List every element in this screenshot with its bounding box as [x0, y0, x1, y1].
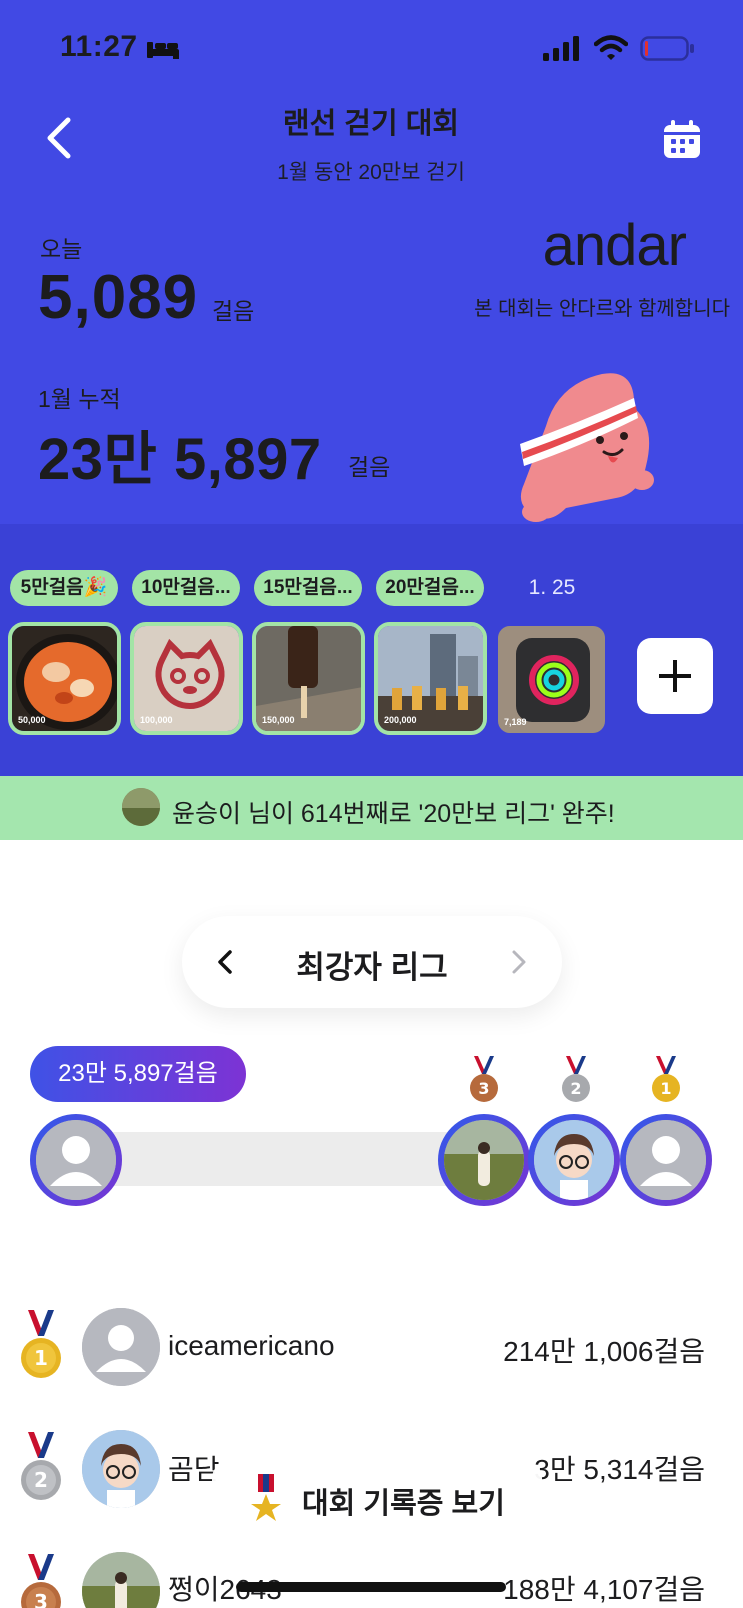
banner-user-avatar: [122, 788, 160, 826]
milestone-chip-150k[interactable]: 15만걸음...: [254, 570, 362, 606]
page-subtitle: 1월 동안 20만보 걷기: [277, 161, 465, 184]
military-medal-icon: [251, 1474, 281, 1521]
battery-low-icon: [640, 36, 694, 61]
league-progress-track: [76, 1132, 476, 1186]
page-title: 랜선 걷기 대회: [282, 108, 460, 140]
gold-medal-icon: 1: [21, 1310, 61, 1378]
ranking-name: iceamericano: [168, 1330, 335, 1361]
bronze-medal-icon: 3: [470, 1056, 498, 1102]
latest-photo[interactable]: 7,189: [498, 626, 605, 733]
today-steps-value: 5,089: [38, 263, 199, 332]
silver-medal-icon: 2: [21, 1432, 61, 1500]
svg-text:2: 2: [570, 1079, 581, 1098]
silver-medal-icon: 2: [562, 1056, 590, 1102]
cellular-signal-icon: [543, 36, 579, 61]
month-total-unit: 걸음: [348, 454, 391, 480]
heart-mascot-illustration: [520, 373, 654, 522]
svg-text:1: 1: [660, 1079, 671, 1098]
cartoon-girl-icon: [534, 1120, 614, 1200]
home-indicator[interactable]: [236, 1582, 506, 1592]
ranking-avatar: [82, 1430, 160, 1508]
ranking-row[interactable]: 1 iceamericano 214만 1,006걸음: [0, 1300, 743, 1390]
milestone-chip-200k[interactable]: 20만걸음...: [376, 570, 484, 606]
rank-number: 3: [34, 1590, 48, 1608]
milestone-photo-100k[interactable]: 100,000: [130, 622, 243, 735]
status-bar: 11:27: [0, 0, 743, 100]
add-photo-button[interactable]: [637, 638, 713, 714]
photo-step-stamp: 7,189: [504, 717, 527, 727]
field-photo-icon: [82, 1552, 160, 1608]
milestone-photo-200k[interactable]: 200,000: [374, 622, 487, 735]
cartoon-girl-icon: [82, 1430, 160, 1508]
back-chevron-icon[interactable]: [40, 112, 80, 164]
field-photo-icon: [122, 788, 160, 826]
sponsor-note: 본 대회는 안다르와 함께합니다: [474, 298, 730, 320]
ranking-avatar: [82, 1552, 160, 1608]
latest-photo-date: 1. 25: [528, 576, 576, 599]
gold-medal-icon: 1: [652, 1056, 680, 1102]
view-certificate-label[interactable]: 대회 기록증 보기: [302, 1480, 505, 1522]
svg-text:3: 3: [478, 1079, 489, 1098]
milestone-chip-100k[interactable]: 10만걸음...: [132, 570, 240, 606]
milestone-photo-50k[interactable]: 50,000: [8, 622, 121, 735]
andar-logo: andar: [542, 213, 687, 278]
bronze-medal-icon: 3: [21, 1554, 61, 1608]
league-next-chevron-icon[interactable]: [500, 940, 536, 984]
my-steps-badge: 23만 5,897걸음: [30, 1046, 246, 1102]
third-place-avatar[interactable]: [438, 1114, 530, 1206]
month-total-label: 1월 누적: [38, 386, 121, 412]
ranking-avatar: [82, 1308, 160, 1386]
photo-step-stamp: 150,000: [262, 715, 295, 725]
rank-number: 2: [34, 1468, 48, 1492]
today-steps-unit: 걸음: [212, 298, 255, 324]
default-user-icon: [626, 1120, 706, 1200]
photo-step-stamp: 200,000: [384, 715, 417, 725]
photo-step-stamp: 100,000: [140, 715, 173, 725]
rank-number: 1: [34, 1346, 48, 1370]
ranking-steps: 188만 4,107걸음: [503, 1574, 705, 1605]
status-time: 11:27: [60, 30, 138, 63]
first-place-avatar[interactable]: [620, 1114, 712, 1206]
calendar-icon[interactable]: [660, 118, 704, 162]
second-place-avatar[interactable]: [528, 1114, 620, 1206]
completion-banner-text: 윤승이 님이 614번째로 '20만보 리그' 완주!: [172, 800, 615, 828]
league-prev-chevron-icon[interactable]: [208, 940, 244, 984]
header-titles: 랜선 걷기 대회 1월 동안 20만보 걷기: [171, 100, 571, 186]
today-label: 오늘: [40, 236, 83, 262]
field-photo-icon: [444, 1120, 524, 1200]
default-user-icon: [82, 1308, 160, 1386]
month-total-value: 23만 5,897: [38, 427, 322, 492]
photo-step-stamp: 50,000: [18, 715, 46, 725]
my-avatar[interactable]: [30, 1114, 122, 1206]
milestone-photo-150k[interactable]: 150,000: [252, 622, 365, 735]
default-user-icon: [36, 1120, 116, 1200]
wifi-icon: [594, 35, 628, 60]
milestone-chip-50k[interactable]: 5만걸음🎉: [10, 570, 118, 606]
ranking-steps: 3만 5,314걸음: [534, 1454, 705, 1485]
plus-icon: [659, 660, 691, 692]
sleep-focus-icon: [147, 42, 179, 59]
league-title: 최강자 리그: [296, 950, 448, 985]
ranking-steps: 214만 1,006걸음: [503, 1336, 705, 1367]
